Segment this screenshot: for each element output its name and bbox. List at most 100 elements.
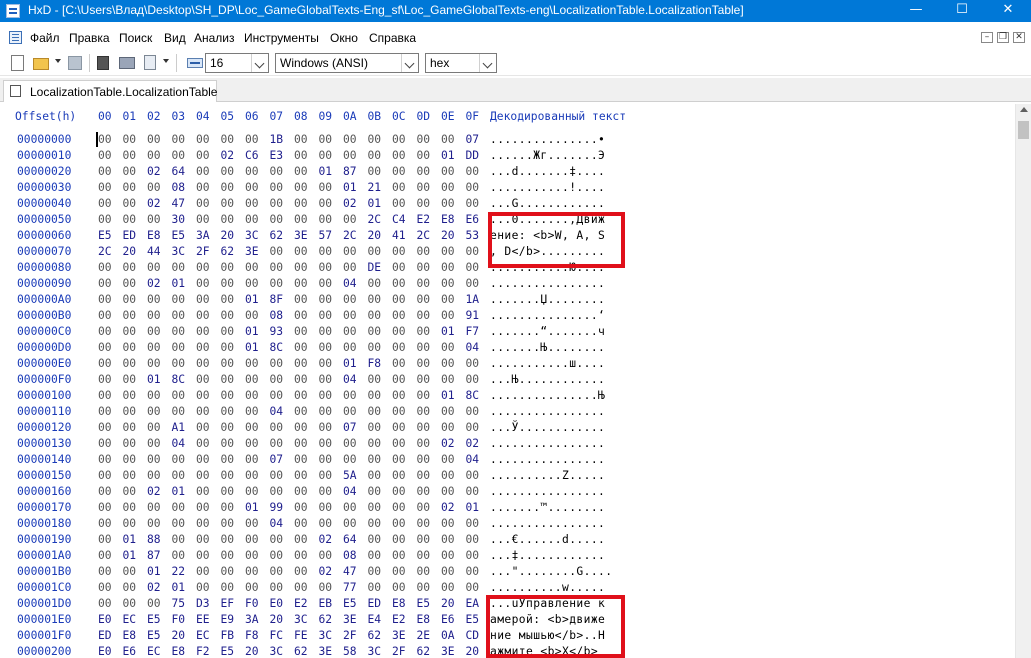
hex-byte[interactable]: 00 xyxy=(147,501,161,514)
hex-byte[interactable]: 00 xyxy=(196,469,210,482)
hex-byte[interactable]: 00 xyxy=(392,165,406,178)
hex-byte[interactable]: 20 xyxy=(466,645,480,658)
hex-byte[interactable]: 00 xyxy=(147,469,161,482)
hex-byte[interactable]: 01 xyxy=(245,501,259,514)
hex-byte[interactable]: 00 xyxy=(417,309,431,322)
hex-byte[interactable]: 00 xyxy=(98,533,112,546)
hex-byte[interactable]: 01 xyxy=(368,197,382,210)
hex-byte[interactable]: 00 xyxy=(196,485,210,498)
hex-byte[interactable]: 00 xyxy=(319,581,333,594)
hex-byte[interactable]: 00 xyxy=(368,533,382,546)
hex-byte[interactable]: 00 xyxy=(294,245,308,258)
hex-byte[interactable]: 00 xyxy=(123,357,137,370)
hex-byte[interactable]: 00 xyxy=(196,373,210,386)
hex-byte[interactable]: E5 xyxy=(147,629,161,642)
hex-byte[interactable]: 00 xyxy=(466,277,480,290)
hex-byte[interactable]: 00 xyxy=(98,437,112,450)
hex-byte[interactable]: 00 xyxy=(368,277,382,290)
hex-byte[interactable]: 00 xyxy=(392,197,406,210)
hex-byte[interactable]: 00 xyxy=(343,453,357,466)
hex-byte[interactable]: 00 xyxy=(392,357,406,370)
hex-byte[interactable]: 00 xyxy=(294,549,308,562)
hex-byte[interactable]: 00 xyxy=(123,437,137,450)
hex-byte[interactable]: 00 xyxy=(294,197,308,210)
hex-byte[interactable]: 00 xyxy=(392,309,406,322)
hex-byte[interactable]: 5A xyxy=(343,469,357,482)
hex-byte[interactable]: 00 xyxy=(98,469,112,482)
hex-byte[interactable]: 00 xyxy=(123,293,137,306)
decoded-text[interactable]: ................ xyxy=(490,405,605,418)
hex-byte[interactable]: E2 xyxy=(392,613,406,626)
hex-byte[interactable]: 04 xyxy=(343,485,357,498)
hex-byte[interactable]: 02 xyxy=(147,165,161,178)
hex-byte[interactable]: 00 xyxy=(147,309,161,322)
hex-byte[interactable]: 3A xyxy=(245,613,259,626)
hex-byte[interactable]: 00 xyxy=(98,517,112,530)
hex-byte[interactable]: 04 xyxy=(466,341,480,354)
hex-byte[interactable]: 00 xyxy=(98,581,112,594)
hex-byte[interactable]: 00 xyxy=(441,517,455,530)
hex-byte[interactable]: 1B xyxy=(270,133,284,146)
hex-byte[interactable]: 00 xyxy=(392,341,406,354)
hex-byte[interactable]: E8 xyxy=(417,613,431,626)
hex-byte[interactable]: 00 xyxy=(319,261,333,274)
hex-byte[interactable]: 00 xyxy=(98,565,112,578)
hex-byte[interactable]: 00 xyxy=(270,197,284,210)
hex-byte[interactable]: 00 xyxy=(441,373,455,386)
hex-byte[interactable]: E5 xyxy=(343,597,357,610)
hex-byte[interactable]: 02 xyxy=(147,277,161,290)
hex-byte[interactable]: 00 xyxy=(123,485,137,498)
hex-byte[interactable]: 00 xyxy=(147,181,161,194)
menu-search[interactable]: Поиск xyxy=(119,31,152,45)
hex-byte[interactable]: 3C xyxy=(245,229,259,242)
hex-byte[interactable]: ED xyxy=(368,597,382,610)
hex-byte[interactable]: 00 xyxy=(245,261,259,274)
hex-byte[interactable]: 00 xyxy=(368,501,382,514)
hex-byte[interactable]: 00 xyxy=(441,421,455,434)
hex-byte[interactable]: 00 xyxy=(368,549,382,562)
hex-byte[interactable]: 00 xyxy=(343,405,357,418)
hex-byte[interactable]: 00 xyxy=(294,533,308,546)
hex-byte[interactable]: 30 xyxy=(172,213,186,226)
hex-byte[interactable]: 47 xyxy=(343,565,357,578)
hex-byte[interactable]: 00 xyxy=(196,261,210,274)
hex-byte[interactable]: 00 xyxy=(98,485,112,498)
hex-byte[interactable]: 3E xyxy=(319,645,333,658)
decoded-text[interactable]: ...........ш.... xyxy=(490,357,605,370)
hex-byte[interactable]: 00 xyxy=(343,501,357,514)
hex-byte[interactable]: 00 xyxy=(368,165,382,178)
hex-byte[interactable]: 00 xyxy=(245,181,259,194)
hex-byte[interactable]: 00 xyxy=(147,597,161,610)
hex-byte[interactable]: 00 xyxy=(343,437,357,450)
hex-byte[interactable]: 00 xyxy=(294,341,308,354)
hex-byte[interactable]: 02 xyxy=(466,437,480,450)
mdi-minimize-icon[interactable]: – xyxy=(981,32,993,43)
hex-byte[interactable]: 00 xyxy=(392,469,406,482)
hex-byte[interactable]: 00 xyxy=(392,293,406,306)
hex-byte[interactable]: E5 xyxy=(172,229,186,242)
hex-byte[interactable]: 00 xyxy=(98,149,112,162)
hex-byte[interactable]: 00 xyxy=(441,245,455,258)
hex-byte[interactable]: 00 xyxy=(270,549,284,562)
hex-byte[interactable]: 00 xyxy=(368,581,382,594)
hex-byte[interactable]: 00 xyxy=(196,277,210,290)
hex-byte[interactable]: 00 xyxy=(319,309,333,322)
hex-byte[interactable]: E0 xyxy=(270,597,284,610)
hex-byte[interactable]: 01 xyxy=(245,341,259,354)
hex-byte[interactable]: 00 xyxy=(319,485,333,498)
hex-byte[interactable]: 08 xyxy=(172,181,186,194)
hex-byte[interactable]: 00 xyxy=(343,293,357,306)
hex-byte[interactable]: 00 xyxy=(98,325,112,338)
hex-byte[interactable]: EC xyxy=(123,613,137,626)
hex-byte[interactable]: 3E xyxy=(294,229,308,242)
hex-byte[interactable]: 00 xyxy=(368,453,382,466)
hex-byte[interactable]: 00 xyxy=(441,133,455,146)
hex-byte[interactable]: 00 xyxy=(441,357,455,370)
hex-byte[interactable]: 00 xyxy=(147,293,161,306)
hex-byte[interactable]: 00 xyxy=(98,357,112,370)
hex-byte[interactable]: 00 xyxy=(196,325,210,338)
hex-byte[interactable]: 00 xyxy=(98,133,112,146)
decoded-text[interactable]: .......Њ........ xyxy=(490,341,605,354)
hex-byte[interactable]: 00 xyxy=(98,389,112,402)
open-disk-button[interactable] xyxy=(95,54,113,72)
